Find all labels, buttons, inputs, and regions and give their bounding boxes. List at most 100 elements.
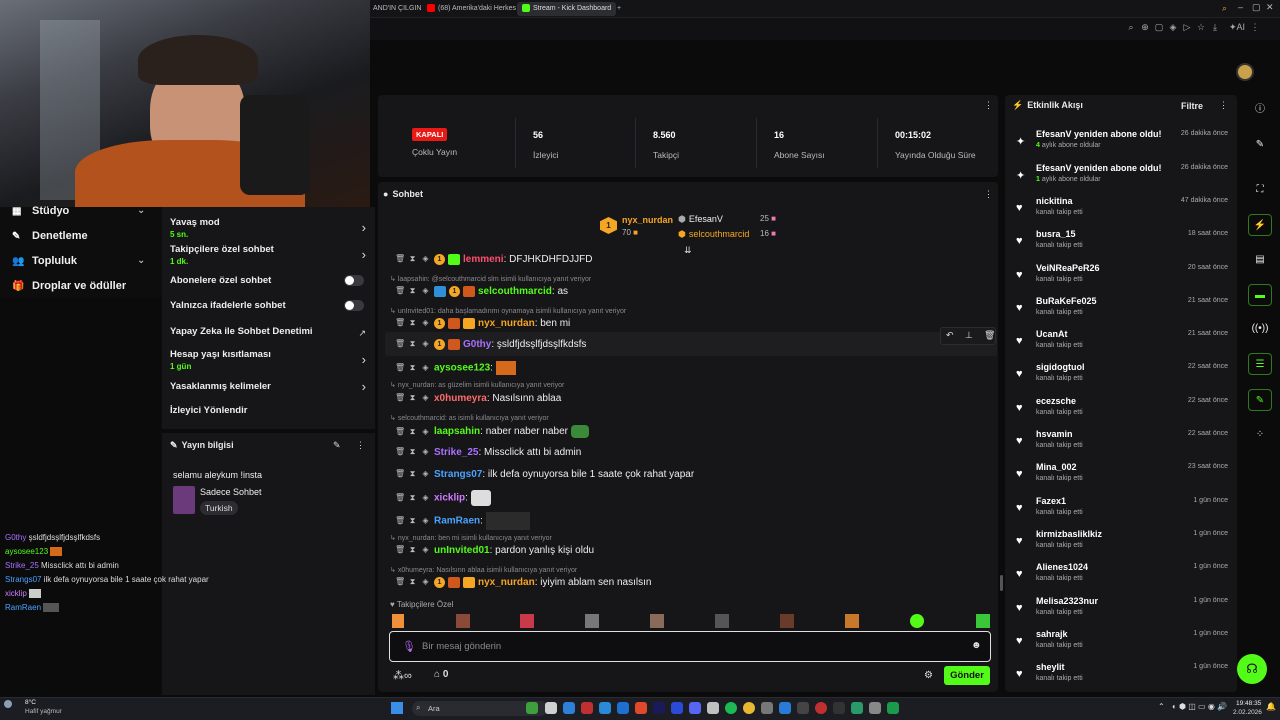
stat-label[interactable]: Çoklu Yayın xyxy=(412,147,457,157)
chrome-icon[interactable] xyxy=(743,702,755,714)
weather-temp[interactable]: 8°C xyxy=(25,699,36,706)
emote-icon[interactable] xyxy=(650,614,664,628)
tray-chevron-icon[interactable]: ⌃ xyxy=(1158,702,1165,711)
edit-icon[interactable]: ✎ xyxy=(1248,134,1272,156)
chat-username[interactable]: aysosee123 xyxy=(434,363,490,374)
maximize-icon[interactable]: ▢ xyxy=(1252,2,1261,13)
feed-item[interactable]: ♥ kirmizbasliklkiz kanalı takip etti 1 gün … xyxy=(1016,527,1232,557)
emote-icon[interactable] xyxy=(976,614,990,628)
chat-message[interactable]: 🗑 ⧗ ◈ 1 nyx_nurdan: ben mi xyxy=(395,317,570,331)
play-icon[interactable]: ▷ xyxy=(1182,22,1192,32)
timeout-icon[interactable]: ⧗ xyxy=(408,363,417,373)
chat-username[interactable]: G0thy xyxy=(463,339,491,350)
timeout-icon[interactable]: ⧗ xyxy=(408,447,417,457)
timeout-icon[interactable]: ⧗ xyxy=(408,577,417,587)
bolt-icon[interactable]: ⚡ xyxy=(1248,214,1272,236)
feed-item[interactable]: ♥ UcanAt kanalı takip etti 21 saat önce xyxy=(1016,327,1232,357)
feed-item[interactable]: ♥ nickitina kanalı takip etti 47 dakika önc… xyxy=(1016,194,1232,224)
edge-icon[interactable] xyxy=(599,702,611,714)
chat-message[interactable]: 🗑 ⧗ ◈ Strike_25: Missclick attı bi admin xyxy=(395,446,581,460)
premiere-icon[interactable] xyxy=(653,702,665,714)
banned-words-setting[interactable]: Yasaklanmış kelimeler › xyxy=(170,379,370,394)
emoji-icon[interactable]: ☻ xyxy=(971,640,982,651)
download-icon[interactable]: ⤓ xyxy=(1210,22,1220,32)
chat-username[interactable]: selcouthmarcid xyxy=(478,286,552,297)
followers-only-setting[interactable]: Takipçilere özel sohbet 1 dk. › xyxy=(170,244,370,266)
feed-item[interactable]: ♥ sheylit kanalı takip etti 1 gün önce xyxy=(1016,660,1232,690)
trash-icon[interactable]: 🗑 xyxy=(395,427,405,437)
timeout-icon[interactable]: ⧗ xyxy=(408,318,417,328)
timeout-icon[interactable]: ⧗ xyxy=(408,493,417,503)
timeout-icon[interactable]: ⧗ xyxy=(408,393,417,403)
screenshot-icon[interactable]: ▢ xyxy=(1154,22,1164,32)
zoom-icon[interactable]: ⌕ xyxy=(1126,22,1136,32)
timeout-icon[interactable]: ⧗ xyxy=(408,339,417,349)
reply-icon[interactable]: ↶ xyxy=(946,330,954,341)
timeout-icon[interactable]: ⧗ xyxy=(408,545,417,555)
more-icon[interactable]: ⋮ xyxy=(356,440,365,451)
app-icon[interactable] xyxy=(851,702,863,714)
chat-message[interactable]: 🗑 ⧗ ◈ 1 selcouthmarcid: as xyxy=(395,285,568,299)
chat-message[interactable]: 🗑 ⧗ ◈ 1 G0thy: şsldfjdsşlfjdsşlfkdsfs xyxy=(395,338,586,352)
trash-icon[interactable]: 🗑 xyxy=(395,363,405,373)
chat-username[interactable]: laapsahin xyxy=(434,426,480,437)
emote-icon[interactable] xyxy=(715,614,729,628)
bookmark-icon[interactable]: ☆ xyxy=(1196,22,1206,32)
emotes-only-setting[interactable]: Yalnızca ifadelerle sohbet xyxy=(170,300,370,311)
chat-username[interactable]: RamRaen xyxy=(434,516,480,527)
sidebar-item-drops[interactable]: 🎁 Droplar ve ödüller xyxy=(12,277,126,295)
feed-item[interactable]: ♥ sahrajk kanalı takip etti 1 gün önce xyxy=(1016,627,1232,657)
pin-icon[interactable]: ⊥ xyxy=(965,330,973,341)
app-icon[interactable] xyxy=(707,702,719,714)
subscribers-only-setting[interactable]: Abonelere özel sohbet xyxy=(170,275,370,286)
points-icon[interactable]: ⁂∞ xyxy=(393,669,412,682)
chat-username[interactable]: nyx_nurdan xyxy=(478,577,535,588)
trash-icon[interactable]: 🗑 xyxy=(395,577,405,587)
chat-username[interactable]: unInvited01 xyxy=(434,545,490,556)
emote-icon[interactable] xyxy=(456,614,470,628)
browser-tab-active[interactable]: Stream - Kick Dashboard xyxy=(517,2,617,16)
filter-button[interactable]: Filtre xyxy=(1181,101,1203,111)
trash-icon[interactable]: 🗑 xyxy=(395,318,405,328)
chevron-down-icon[interactable]: ⌄ xyxy=(137,205,145,216)
trash-icon[interactable]: 🗑 xyxy=(395,469,405,479)
app-icon[interactable] xyxy=(635,702,647,714)
app-icon[interactable] xyxy=(815,702,827,714)
chat-input[interactable]: 🎙 Bir mesaj gönderin ☻ xyxy=(389,631,991,662)
emote-icon[interactable] xyxy=(520,614,534,628)
feed-item[interactable]: ♥ Fazex1 kanalı takip etti 1 gün önce xyxy=(1016,494,1232,524)
timeout-icon[interactable]: ⧗ xyxy=(408,427,417,437)
fullscreen-icon[interactable]: ⛶ xyxy=(1248,179,1272,201)
timeout-icon[interactable]: ⧗ xyxy=(408,254,417,264)
app-icon[interactable] xyxy=(761,702,773,714)
emote-icon[interactable] xyxy=(910,614,924,628)
ai-icon[interactable]: ✦AI xyxy=(1226,22,1248,32)
chat-username[interactable]: x0humeyra xyxy=(434,393,487,404)
stream-category[interactable]: Sadece Sohbet xyxy=(200,487,262,497)
sidebar-item-community[interactable]: 👥 Topluluk xyxy=(12,252,77,270)
microphone-icon[interactable]: 🎙 xyxy=(402,640,416,653)
feed-item[interactable]: ♥ ecezsche kanalı takip etti 22 saat önce xyxy=(1016,394,1232,424)
chat-message[interactable]: 🗑 ⧗ ◈ aysosee123: xyxy=(395,361,516,375)
notification-icon[interactable]: 🔔 xyxy=(1266,702,1276,711)
leader-name[interactable]: nyx_nurdan xyxy=(622,215,673,225)
account-age-setting[interactable]: Hesap yaşı kısıtlaması 1 gün › xyxy=(170,349,370,371)
emote-icon[interactable] xyxy=(845,614,859,628)
feed-item[interactable]: ♥ busra_15 kanalı takip etti 18 saat önce xyxy=(1016,227,1232,257)
windows-start-icon[interactable] xyxy=(391,702,403,714)
discord-icon[interactable] xyxy=(689,702,701,714)
trash-icon[interactable]: 🗑 xyxy=(395,393,405,403)
trash-icon[interactable]: 🗑 xyxy=(395,493,405,503)
trash-icon[interactable]: 🗑 xyxy=(395,545,405,555)
file-explorer-icon[interactable] xyxy=(563,702,575,714)
feed-item[interactable]: ✦ EfesanV yeniden abone oldu! 4 aylık abon… xyxy=(1016,127,1232,157)
trash-icon[interactable]: 🗑 xyxy=(984,330,995,341)
timeout-icon[interactable]: ⧗ xyxy=(408,516,417,526)
trash-icon[interactable]: 🗑 xyxy=(395,286,405,296)
feed-item[interactable]: ♥ Melisa2323nur kanalı takip etti 1 gün önc… xyxy=(1016,594,1232,624)
chat-username[interactable]: lemmeni xyxy=(463,254,504,265)
chat-message[interactable]: 🗑 ⧗ ◈ 1 nyx_nurdan: iyiyim ablam sen nasılsı… xyxy=(395,576,651,590)
edit-icon[interactable]: ✎ xyxy=(333,440,341,451)
leader-row[interactable]: ⬢ EfesanV xyxy=(678,214,723,225)
feed-item[interactable]: ♥ Alienes1024 kanalı takip etti 1 gün önce xyxy=(1016,560,1232,590)
